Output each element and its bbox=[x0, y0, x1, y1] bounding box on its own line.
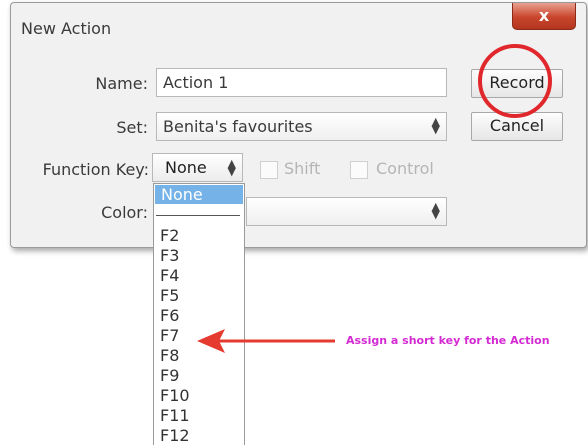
dialog-title: New Action bbox=[21, 19, 112, 38]
dropdown-item-none[interactable]: None bbox=[155, 185, 243, 204]
close-icon: x bbox=[538, 6, 550, 25]
dropdown-item[interactable]: F8 bbox=[160, 346, 179, 366]
set-select[interactable]: Benita's favourites ▲ ▼ bbox=[156, 112, 447, 141]
dropdown-item[interactable]: F9 bbox=[160, 366, 179, 386]
dropdown-item[interactable]: F5 bbox=[160, 286, 179, 306]
name-label: Name: bbox=[95, 74, 148, 93]
dropdown-item[interactable]: F3 bbox=[160, 246, 179, 266]
annotation-text: Assign a short key for the Action bbox=[346, 334, 550, 347]
updown-arrows-icon: ▲ ▼ bbox=[431, 115, 440, 136]
color-select[interactable]: ▲ ▼ bbox=[246, 197, 447, 226]
updown-arrows-icon: ▲ ▼ bbox=[227, 157, 236, 178]
title-bar: New Action x bbox=[11, 3, 586, 43]
dropdown-item[interactable]: F2 bbox=[160, 226, 179, 246]
function-key-value: None bbox=[165, 158, 207, 177]
new-action-dialog: New Action x Name: Action 1 Set: Benita'… bbox=[10, 2, 587, 248]
dropdown-item[interactable]: F12 bbox=[160, 426, 190, 446]
dropdown-item[interactable]: F4 bbox=[160, 266, 179, 286]
record-highlight-circle bbox=[478, 44, 552, 118]
updown-arrows-icon: ▲ ▼ bbox=[431, 200, 440, 221]
control-label: Control bbox=[376, 159, 434, 178]
name-input[interactable]: Action 1 bbox=[156, 68, 447, 97]
dropdown-item[interactable]: F7 bbox=[160, 326, 179, 346]
function-key-dropdown: None F2 F3 F4 F5 F6 F7 F8 F9 F10 F11 F12 bbox=[153, 183, 245, 445]
shift-label: Shift bbox=[284, 159, 321, 178]
function-key-select[interactable]: None ▲ ▼ bbox=[152, 153, 243, 182]
dropdown-item[interactable]: F6 bbox=[160, 306, 179, 326]
function-key-label: Function Key: bbox=[42, 160, 149, 179]
annotation-arrow-icon bbox=[197, 329, 335, 353]
color-label: Color: bbox=[101, 203, 148, 222]
control-checkbox[interactable] bbox=[350, 161, 368, 179]
dropdown-item[interactable]: F11 bbox=[160, 406, 190, 426]
dropdown-item[interactable]: F10 bbox=[160, 386, 190, 406]
dropdown-separator bbox=[156, 215, 240, 216]
set-label: Set: bbox=[116, 118, 148, 137]
set-select-value: Benita's favourites bbox=[163, 117, 313, 136]
shift-checkbox[interactable] bbox=[260, 161, 278, 179]
close-button[interactable]: x bbox=[512, 3, 576, 30]
